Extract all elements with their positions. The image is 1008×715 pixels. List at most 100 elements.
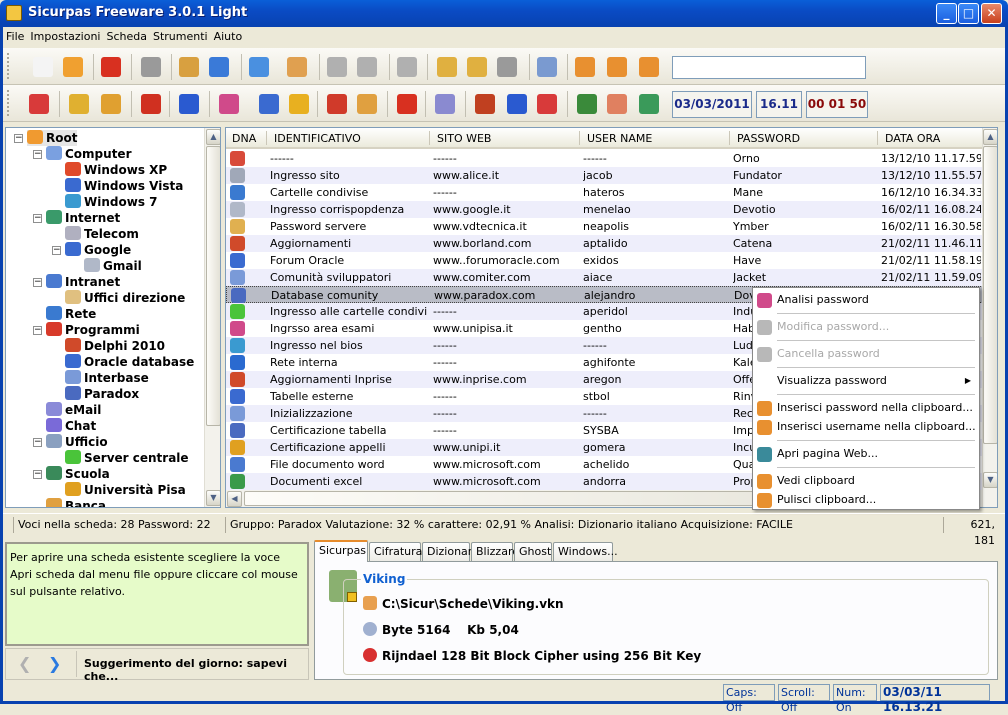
scroll-down-button[interactable]: ▼ (206, 490, 220, 506)
scroll-up-button[interactable]: ▲ (206, 129, 220, 145)
scroll-thumb[interactable] (983, 146, 997, 444)
maximize-button[interactable]: □ (958, 3, 979, 24)
menu-aiuto[interactable]: Aiuto (211, 28, 246, 45)
minimize-button[interactable]: _ (936, 3, 957, 24)
column-divider[interactable] (579, 131, 580, 145)
tree-node[interactable]: Programmi (46, 322, 140, 338)
tree-node[interactable]: Ufficio (46, 434, 108, 450)
collapse-toggle[interactable]: − (33, 150, 42, 159)
key-icon[interactable] (437, 57, 457, 77)
table-row[interactable]: Aggiornamenti www.borland.com aptalido Cate… (226, 235, 983, 252)
clipboard-user-icon[interactable] (607, 57, 627, 77)
folder-blue-icon[interactable] (209, 57, 229, 77)
toolbar-grip[interactable] (7, 90, 10, 116)
tools-icon[interactable] (475, 94, 495, 114)
scroll-thumb[interactable] (206, 146, 220, 426)
tree-node[interactable]: Paradox (65, 386, 139, 402)
table-row[interactable]: Ingresso sito www.alice.it jacob Fundator 13… (226, 167, 983, 184)
tree-node[interactable]: Telecom (65, 226, 139, 242)
tree-node[interactable]: Banca (46, 498, 106, 507)
context-item[interactable]: Inserisci username nella clipboard... (753, 417, 979, 437)
context-item[interactable]: Pulisci clipboard... (753, 490, 979, 510)
tree-node[interactable]: Computer (46, 146, 131, 162)
context-item[interactable]: Inserisci password nella clipboard... (753, 398, 979, 418)
menu-file[interactable]: File (3, 28, 27, 45)
tree-node[interactable]: Root (27, 130, 78, 146)
help-icon[interactable] (507, 94, 527, 114)
notes-icon[interactable] (435, 94, 455, 114)
table-row[interactable]: Forum Oracle www..forumoracle.com exidos Ha… (226, 252, 983, 269)
acrobat-icon[interactable] (141, 94, 161, 114)
no-entry-icon[interactable] (397, 94, 417, 114)
tree-node[interactable]: Google (65, 242, 131, 258)
compass-icon[interactable] (537, 94, 557, 114)
context-item[interactable]: Visualizza password ▶ (753, 371, 979, 391)
remove-tag-icon[interactable] (397, 57, 417, 77)
clipboard-password-icon[interactable] (575, 57, 595, 77)
tab-ghost[interactable]: Ghost (514, 542, 552, 561)
refresh-icon[interactable] (497, 57, 517, 77)
table-row[interactable]: Comunità sviluppatori www.comiter.com aiac… (226, 269, 983, 286)
previous-tip-button[interactable]: ❮ (18, 654, 31, 673)
column-header[interactable]: DNA (232, 132, 256, 145)
menu-strumenti[interactable]: Strumenti (150, 28, 211, 45)
delphi-icon[interactable] (327, 94, 347, 114)
package-icon[interactable] (179, 57, 199, 77)
info-icon[interactable] (179, 94, 199, 114)
group-icon[interactable] (607, 94, 627, 114)
globe-icon[interactable] (639, 94, 659, 114)
close-button[interactable]: ✕ (981, 3, 1002, 24)
search-input[interactable] (672, 56, 866, 79)
tree-node[interactable]: Uffici direzione (65, 290, 185, 306)
scroll-down-button[interactable]: ▼ (983, 472, 997, 488)
collapse-toggle[interactable]: − (33, 326, 42, 335)
keys-icon[interactable] (467, 57, 487, 77)
tree-node[interactable]: Windows XP (65, 162, 167, 178)
edit-folder-icon[interactable] (249, 57, 269, 77)
tree-node[interactable]: Delphi 2010 (65, 338, 165, 354)
tree-node[interactable]: Gmail (84, 258, 142, 274)
table-row[interactable]: Cartelle condivise ------ hateros Mane 16/12… (226, 184, 983, 201)
heart-icon[interactable] (29, 94, 49, 114)
tree-node[interactable]: Windows 7 (65, 194, 157, 210)
column-header[interactable]: PASSWORD (737, 132, 800, 145)
next-tip-button[interactable]: ❯ (48, 654, 61, 673)
toolbar-grip[interactable] (7, 53, 10, 79)
windows-icon[interactable] (259, 94, 279, 114)
column-header[interactable]: IDENTIFICATIVO (274, 132, 361, 145)
context-item[interactable]: Analisi password (753, 290, 979, 310)
scroll-up-button[interactable]: ▲ (983, 129, 997, 145)
menu-scheda[interactable]: Scheda (103, 28, 150, 45)
delete-icon[interactable] (101, 57, 121, 77)
folder-key-icon[interactable] (357, 94, 377, 114)
tree-node[interactable]: Oracle database (65, 354, 194, 370)
tree-node[interactable]: Internet (46, 210, 120, 226)
tree-node[interactable]: Università Pisa (65, 482, 186, 498)
analysis-icon[interactable] (219, 94, 239, 114)
tag-icon[interactable] (327, 57, 347, 77)
column-header[interactable]: SITO WEB (437, 132, 491, 145)
tree-node[interactable]: Intranet (46, 274, 120, 290)
new-file-icon[interactable] (33, 57, 53, 77)
collapse-toggle[interactable]: − (33, 278, 42, 287)
column-header[interactable]: USER NAME (587, 132, 652, 145)
box-icon[interactable] (287, 57, 307, 77)
open-folder-icon[interactable] (63, 57, 83, 77)
tree-node[interactable]: Rete (46, 306, 96, 322)
collapse-toggle[interactable]: − (52, 246, 61, 255)
stop-icon[interactable] (141, 57, 161, 77)
padlock-icon[interactable] (289, 94, 309, 114)
find-icon[interactable] (537, 57, 557, 77)
tab-blizzard[interactable]: Blizzard (471, 542, 519, 561)
tree-node[interactable]: eMail (46, 402, 101, 418)
table-row[interactable]: Ingresso corrispopdenza www.google.it mene… (226, 201, 983, 218)
collapse-toggle[interactable]: − (33, 214, 42, 223)
column-divider[interactable] (877, 131, 878, 145)
table-row[interactable]: Password servere www.vdtecnica.it neapolis… (226, 218, 983, 235)
tab-cifratura[interactable]: Cifratura (369, 542, 422, 561)
blackboard-icon[interactable] (577, 94, 597, 114)
users-lock-icon[interactable] (101, 94, 121, 114)
tree-scrollbar[interactable]: ▲ ▼ (204, 128, 220, 507)
tree-node[interactable]: Windows Vista (65, 178, 183, 194)
collapse-toggle[interactable]: − (33, 470, 42, 479)
